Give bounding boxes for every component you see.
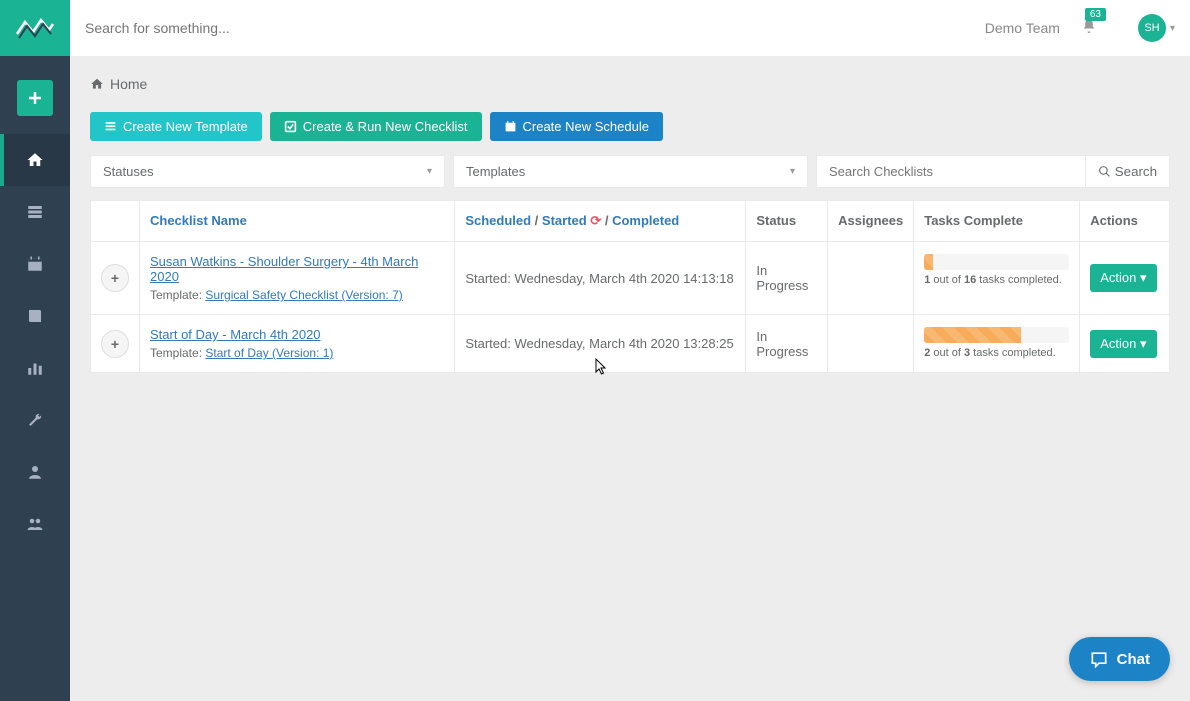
create-template-button[interactable]: Create New Template — [90, 112, 262, 141]
create-checklist-button[interactable]: Create & Run New Checklist — [270, 112, 482, 141]
create-schedule-button[interactable]: Create New Schedule — [490, 112, 663, 141]
chevron-down-icon: ▾ — [790, 166, 795, 177]
tasks-complete-text: 1 out of 16 tasks completed. — [924, 274, 1069, 286]
search-input[interactable] — [85, 20, 985, 36]
table-row: + Start of Day - March 4th 2020 Template… — [91, 315, 1170, 373]
user-icon — [26, 463, 44, 481]
book-icon — [26, 307, 44, 325]
add-button[interactable] — [17, 80, 53, 116]
checklist-link[interactable]: Start of Day - March 4th 2020 — [150, 327, 321, 342]
chevron-down-icon: ▾ — [1170, 23, 1175, 34]
action-button[interactable]: Action ▾ — [1090, 330, 1156, 358]
search-bar: Search — [816, 155, 1170, 188]
main-content: Home Create New Template Create & Run Ne… — [70, 56, 1190, 701]
nav-home[interactable] — [0, 134, 70, 186]
breadcrumb: Home — [90, 76, 1170, 92]
nav-calendar[interactable] — [0, 238, 70, 290]
plus-icon — [28, 91, 42, 105]
sort-desc-icon: ⟳ — [590, 213, 601, 228]
chart-icon — [26, 359, 44, 377]
template-link[interactable]: Start of Day (Version: 1) — [205, 346, 333, 360]
col-assignees: Assignees — [828, 201, 914, 242]
search-button[interactable]: Search — [1086, 155, 1170, 188]
sort-completed[interactable]: Completed — [612, 213, 679, 228]
avatar: SH — [1138, 14, 1166, 42]
status-cell: In Progress — [746, 315, 828, 373]
sidebar — [0, 0, 70, 701]
logo-icon — [15, 14, 55, 42]
action-button[interactable]: Action ▾ — [1090, 264, 1156, 292]
progress-bar — [924, 254, 1069, 270]
table-header-row: Checklist Name Scheduled / Started ⟳ / C… — [91, 201, 1170, 242]
calendar-icon — [26, 255, 44, 273]
template-line: Template: Surgical Safety Checklist (Ver… — [150, 288, 444, 302]
check-icon — [284, 120, 297, 133]
wrench-icon — [26, 411, 44, 429]
table-row: + Susan Watkins - Shoulder Surgery - 4th… — [91, 242, 1170, 315]
action-buttons: Create New Template Create & Run New Che… — [90, 112, 1170, 141]
notifications-button[interactable]: 63 — [1080, 18, 1098, 39]
calendar-icon — [504, 120, 517, 133]
template-link[interactable]: Surgical Safety Checklist (Version: 7) — [205, 288, 402, 302]
breadcrumb-home[interactable]: Home — [110, 76, 147, 92]
nav-book[interactable] — [0, 290, 70, 342]
statuses-dropdown[interactable]: Statuses▾ — [90, 155, 445, 188]
notification-badge: 63 — [1085, 8, 1106, 21]
checklist-link[interactable]: Susan Watkins - Shoulder Surgery - 4th M… — [150, 254, 418, 284]
team-name[interactable]: Demo Team — [985, 20, 1060, 36]
tasks-complete-text: 2 out of 3 tasks completed. — [924, 347, 1069, 359]
col-checklist-name[interactable]: Checklist Name — [150, 213, 247, 228]
filters: Statuses▾ Templates▾ Search — [90, 155, 1170, 188]
search-checklists-input[interactable] — [816, 155, 1086, 188]
col-tasks: Tasks Complete — [914, 201, 1080, 242]
started-cell: Started: Wednesday, March 4th 2020 13:28… — [455, 315, 746, 373]
logo[interactable] — [0, 0, 70, 56]
users-icon — [26, 515, 44, 533]
nav-reports[interactable] — [0, 342, 70, 394]
nav-user[interactable] — [0, 446, 70, 498]
stack-icon — [26, 203, 44, 221]
nav-templates[interactable] — [0, 186, 70, 238]
list-icon — [104, 120, 117, 133]
sort-started[interactable]: Started — [542, 213, 587, 228]
col-actions: Actions — [1080, 201, 1170, 242]
templates-dropdown[interactable]: Templates▾ — [453, 155, 808, 188]
col-scheduled-started: Scheduled / Started ⟳ / Completed — [455, 201, 746, 242]
chat-icon — [1089, 649, 1109, 669]
home-icon — [26, 151, 44, 169]
topbar: Demo Team 63 SH ▾ — [70, 0, 1190, 56]
checklists-table: Checklist Name Scheduled / Started ⟳ / C… — [90, 200, 1170, 373]
chevron-down-icon: ▾ — [427, 166, 432, 177]
nav-settings[interactable] — [0, 394, 70, 446]
status-cell: In Progress — [746, 242, 828, 315]
col-status: Status — [746, 201, 828, 242]
chat-button[interactable]: Chat — [1069, 637, 1170, 681]
search-icon — [1098, 165, 1111, 178]
sort-scheduled[interactable]: Scheduled — [465, 213, 531, 228]
nav-users[interactable] — [0, 498, 70, 550]
template-line: Template: Start of Day (Version: 1) — [150, 346, 444, 360]
user-menu[interactable]: SH ▾ — [1138, 14, 1175, 42]
expand-row-button[interactable]: + — [101, 330, 129, 358]
started-cell: Started: Wednesday, March 4th 2020 14:13… — [455, 242, 746, 315]
home-icon — [90, 77, 104, 91]
expand-row-button[interactable]: + — [101, 264, 129, 292]
progress-bar — [924, 327, 1069, 343]
